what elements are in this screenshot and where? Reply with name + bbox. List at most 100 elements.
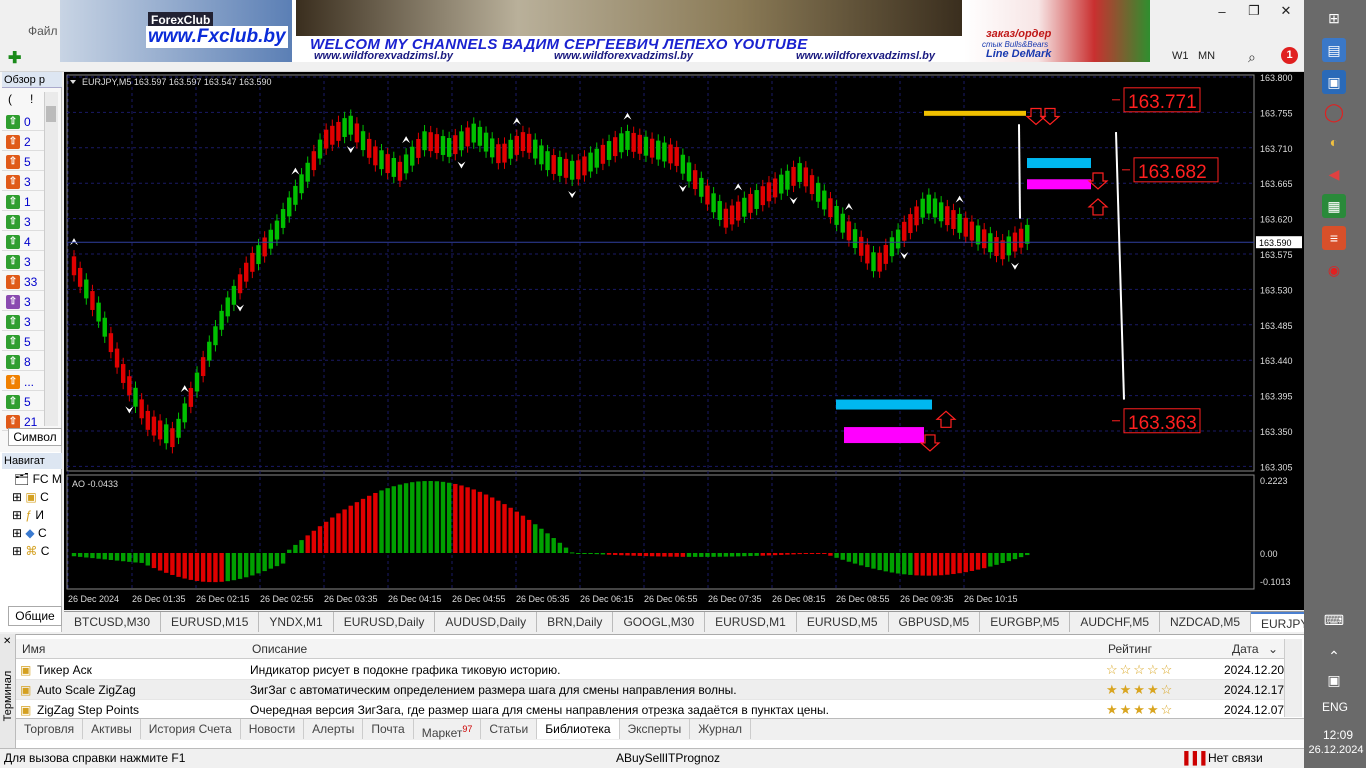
minimize-icon[interactable]: –	[1206, 0, 1238, 22]
opera-icon[interactable]: ◯	[1322, 100, 1346, 124]
new-chart-icon[interactable]: ✚	[8, 48, 28, 67]
market-watch-row[interactable]: ⇧ 5	[2, 332, 44, 351]
terminal-scrollbar[interactable]	[1284, 639, 1302, 717]
column-rating[interactable]: Рейтинг	[1108, 642, 1152, 656]
record-icon[interactable]: ◉	[1322, 258, 1346, 282]
chart-tab[interactable]: EURUSD,M15	[161, 612, 260, 632]
chart-tab[interactable]: AUDUSD,Daily	[435, 612, 538, 632]
terminal-tab[interactable]: Журнал	[690, 719, 752, 739]
chart-tab[interactable]: EURUSD,M1	[705, 612, 797, 632]
chart-tab[interactable]: GOOGL,M30	[613, 612, 706, 632]
tray-expand-icon[interactable]: ⌃	[1322, 644, 1346, 668]
sort-desc-icon[interactable]: ⌄	[1268, 642, 1278, 656]
price-chart[interactable]: 163.800 163.755 163.710 163.665 163.620 163.5…	[64, 72, 1304, 610]
navigator-root[interactable]: 🗂 FC M	[14, 472, 62, 486]
candle-body	[108, 333, 114, 353]
network-icon[interactable]: ▣	[1322, 668, 1346, 692]
market-watch-row[interactable]: ⇧ 4	[2, 232, 44, 251]
terminal-tab[interactable]: Маркет97	[414, 719, 482, 740]
chart-menu-icon[interactable]	[70, 80, 76, 84]
market-watch-row[interactable]: ⇧ 3	[2, 312, 44, 331]
close-icon[interactable]: ✕	[1270, 0, 1302, 22]
market-watch-row[interactable]: ⇧ 3	[2, 252, 44, 271]
ao-bar	[391, 486, 396, 553]
navigator-item[interactable]: ⊞ ◆ С	[12, 526, 47, 540]
chart-tab[interactable]: NZDCAD,M5	[1160, 612, 1252, 632]
terminal-tab[interactable]: Библиотека	[537, 719, 620, 739]
tab-symbols[interactable]: Символ	[8, 428, 62, 446]
app-icon[interactable]: ≡	[1322, 226, 1346, 250]
fractal-arrow	[568, 191, 577, 199]
menu-file[interactable]: Файл	[28, 24, 58, 38]
restore-icon[interactable]: ❐	[1238, 0, 1270, 22]
candle-body	[588, 152, 593, 172]
chart-tab[interactable]: BRN,Daily	[537, 612, 614, 632]
terminal-tab[interactable]: История Счета	[141, 719, 241, 739]
notification-badge[interactable]: 1	[1281, 47, 1298, 64]
navigator-item[interactable]: ⊞ ▣ С	[12, 490, 49, 504]
ao-bar	[250, 553, 255, 576]
terminal-tab[interactable]: Статьи	[481, 719, 538, 739]
column-description[interactable]: Описание	[252, 642, 307, 656]
chart-tab[interactable]: EURGBP,M5	[980, 612, 1071, 632]
column-date[interactable]: Дата	[1232, 642, 1259, 656]
terminal-tab[interactable]: Новости	[241, 719, 305, 739]
chart-tab[interactable]: EURUSD,Daily	[334, 612, 436, 632]
language-indicator[interactable]: ENG	[1322, 700, 1348, 714]
explorer-icon[interactable]: ▤	[1322, 38, 1346, 62]
chart-tab[interactable]: YNDX,M1	[259, 612, 334, 632]
price-tick-label: 163.440	[1260, 356, 1293, 366]
candle-body	[1006, 236, 1011, 256]
market-watch-row[interactable]: ⇧ 33	[2, 272, 44, 291]
clock-time[interactable]: 12:09	[1318, 728, 1358, 742]
market-watch-row[interactable]: ⇧ 0	[2, 112, 44, 131]
market-watch-row[interactable]: ⇧ 1	[2, 192, 44, 211]
navigator-item[interactable]: ⊞ ⌘ С	[12, 544, 49, 558]
terminal-tab[interactable]: Торговля	[16, 719, 84, 739]
chart-tab[interactable]: GBPUSD,M5	[889, 612, 981, 632]
market-watch-scrollbar[interactable]	[44, 92, 58, 426]
terminal-tab[interactable]: Активы	[83, 719, 141, 739]
paint-icon[interactable]: ◐	[1322, 130, 1346, 154]
rating-stars: ★★★★☆	[1106, 702, 1175, 717]
terminal-tab[interactable]: Эксперты	[620, 719, 691, 739]
market-watch-row[interactable]: ⇧ 5	[2, 152, 44, 171]
terminal-tab[interactable]: Алерты	[304, 719, 364, 739]
candle-body	[299, 174, 304, 194]
market-watch-row[interactable]: ⇧ 3	[2, 292, 44, 311]
chart-tab[interactable]: AUDCHF,M5	[1070, 612, 1160, 632]
ao-bar	[613, 553, 618, 555]
symbol-value: 4	[24, 235, 31, 249]
library-row[interactable]: ▣ Auto Scale ZigZag ЗигЗаг с автоматически…	[16, 680, 1284, 700]
tab-common[interactable]: Общие	[8, 606, 62, 626]
clock-date[interactable]: 26.12.2024	[1306, 744, 1366, 756]
library-row[interactable]: ▣ Тикер Аск Индикатор рисует в подокне гра…	[16, 660, 1284, 680]
market-watch-row[interactable]: ⇧ 2	[2, 132, 44, 151]
rating-stars: ★★★★☆	[1106, 682, 1175, 697]
close-icon[interactable]: ✕	[3, 636, 11, 647]
search-icon[interactable]: ⌕	[1248, 49, 1256, 66]
market-watch-header: !	[30, 92, 34, 106]
market-watch-row[interactable]: ⇧ 8	[2, 352, 44, 371]
windows-start-icon[interactable]: ⊞	[1322, 6, 1346, 30]
scroll-thumb[interactable]	[46, 106, 56, 122]
keyboard-icon[interactable]: ⌨	[1322, 608, 1346, 632]
market-watch-row[interactable]: ⇧ 5	[2, 392, 44, 411]
timeframe-w1[interactable]: W1	[1172, 50, 1189, 62]
timeframe-mn[interactable]: MN	[1198, 50, 1215, 62]
ao-bar	[342, 509, 347, 553]
library-row[interactable]: ▣ ZigZag Step Points Очередная версия ЗигЗ…	[16, 700, 1284, 720]
calculator-icon[interactable]: ▦	[1322, 194, 1346, 218]
candle-body	[354, 123, 360, 143]
candle-body	[514, 135, 519, 155]
speaker-icon[interactable]: ◀	[1322, 162, 1346, 186]
column-name[interactable]: Имя	[22, 642, 45, 656]
market-watch-row[interactable]: ⇧ 3	[2, 172, 44, 191]
market-watch-row[interactable]: ⇧...	[2, 372, 44, 391]
navigator-item[interactable]: ⊞ ƒ И	[12, 508, 44, 522]
terminal-tab[interactable]: Почта	[363, 719, 414, 739]
chart-tab[interactable]: EURUSD,M5	[797, 612, 889, 632]
market-watch-row[interactable]: ⇧ 3	[2, 212, 44, 231]
app-icon[interactable]: ▣	[1322, 70, 1346, 94]
chart-tab[interactable]: BTCUSD,M30	[64, 612, 162, 632]
